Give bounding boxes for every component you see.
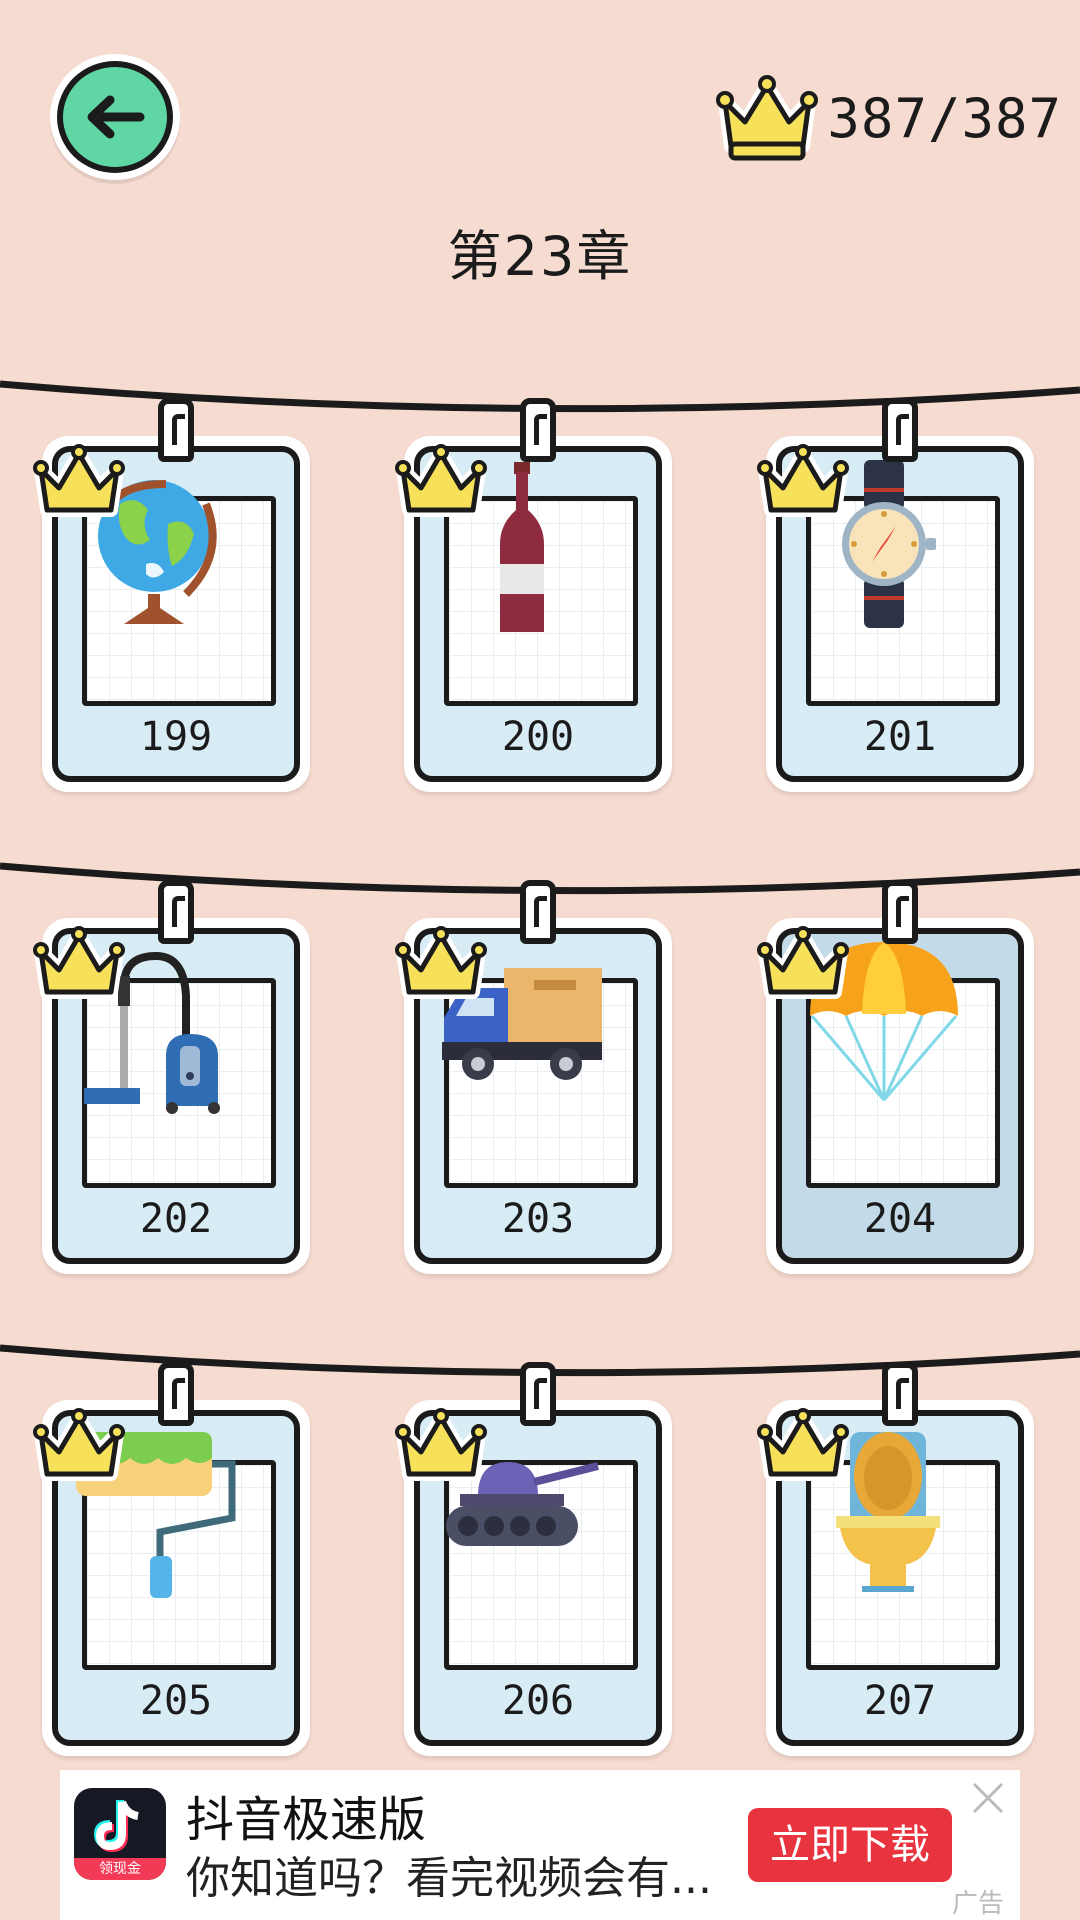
ad-title: 抖音极速版 [186,1792,427,1848]
music-note-icon [93,1800,139,1853]
douyin-app-icon[interactable]: 领现金 [74,1788,166,1880]
level-number: 200 [501,714,575,760]
level-card-201[interactable]: 201 [766,398,1034,792]
level-number: 204 [863,1196,937,1242]
clip-icon [882,398,918,462]
crown-icon [392,1404,490,1490]
clip-icon [882,1362,918,1426]
clip-icon [158,1362,194,1426]
download-button[interactable]: 立即下载 [748,1808,952,1882]
crown-count: 387/387 [827,86,1062,150]
level-card-207[interactable]: 207 [766,1362,1034,1756]
level-card-206[interactable]: 206 [404,1362,672,1756]
crown-icon [392,922,490,1008]
close-icon[interactable] [968,1778,1008,1818]
level-card-199[interactable]: 199 [42,398,310,792]
clip-icon [882,880,918,944]
level-card-204[interactable]: 204 [766,880,1034,1274]
crown-icon [30,440,128,526]
ad-label: 广告 [951,1889,1004,1919]
clip-icon [520,398,556,462]
clip-icon [158,880,194,944]
crown-icon [392,440,490,526]
clip-icon [520,880,556,944]
level-number: 203 [501,1196,575,1242]
level-number: 202 [139,1196,213,1242]
level-card-202[interactable]: 202 [42,880,310,1274]
ad-badge: 领现金 [74,1858,166,1880]
crown-counter: 387/387 [715,68,1062,168]
crown-icon [754,440,852,526]
level-number: 201 [863,714,937,760]
crown-icon [30,1404,128,1490]
level-card-205[interactable]: 205 [42,1362,310,1756]
arrow-left-icon [87,95,145,139]
crown-icon [716,75,819,161]
level-number: 207 [863,1678,937,1724]
ad-description: 你知道吗？看完视频会有... [186,1853,712,1904]
level-card-200[interactable]: 200 [404,398,672,792]
level-number: 205 [139,1678,213,1724]
level-card-203[interactable]: 203 [404,880,672,1274]
crown-icon [754,922,852,1008]
level-number: 199 [139,714,213,760]
back-button[interactable] [50,54,180,180]
clip-icon [158,398,194,462]
crown-icon [754,1404,852,1490]
chapter-title: 第23章 [447,225,633,288]
crown-icon [30,922,128,1008]
ad-banner[interactable]: 领现金 抖音极速版 你知道吗？看完视频会有... 立即下载 广告 [60,1770,1020,1920]
level-number: 206 [501,1678,575,1724]
clip-icon [520,1362,556,1426]
